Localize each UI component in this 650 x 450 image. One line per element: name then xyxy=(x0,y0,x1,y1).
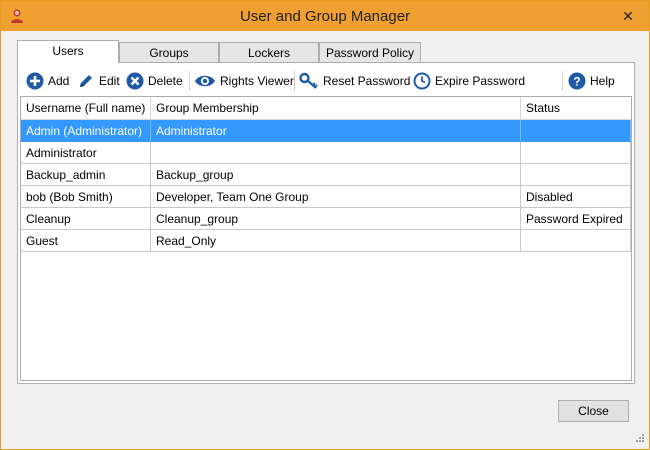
toolbar-separator xyxy=(189,71,190,91)
x-circle-icon xyxy=(126,72,144,90)
column-header-username[interactable]: Username (Full name) xyxy=(21,97,151,119)
delete-label: Delete xyxy=(148,74,183,88)
table-row[interactable]: Admin (Administrator) Administrator xyxy=(21,120,631,142)
delete-button[interactable]: Delete xyxy=(126,71,183,91)
group-cell: Administrator xyxy=(151,120,521,142)
reset-password-label: Reset Password xyxy=(323,74,411,88)
status-cell xyxy=(521,142,631,164)
expire-password-label: Expire Password xyxy=(435,74,526,88)
status-cell xyxy=(521,164,631,186)
column-header-group-membership[interactable]: Group Membership xyxy=(151,97,521,119)
plus-circle-icon xyxy=(26,72,44,90)
group-cell: Read_Only xyxy=(151,230,521,252)
tab-lockers[interactable]: Lockers xyxy=(219,42,319,62)
tab-groups[interactable]: Groups xyxy=(119,42,219,62)
add-label: Add xyxy=(48,74,70,88)
group-cell: Developer, Team One Group xyxy=(151,186,521,208)
table-row[interactable]: Administrator xyxy=(21,142,631,164)
group-cell xyxy=(151,142,521,164)
username-cell: Guest xyxy=(21,230,151,252)
resize-grip-icon[interactable] xyxy=(633,433,645,445)
svg-text:?: ? xyxy=(573,75,580,89)
table-row[interactable]: Guest Read_Only xyxy=(21,230,631,252)
edit-label: Edit xyxy=(99,74,120,88)
window-title: User and Group Manager xyxy=(239,8,411,25)
toolbar-separator xyxy=(294,71,295,91)
eye-icon xyxy=(195,75,215,87)
close-button[interactable]: Close xyxy=(558,400,629,422)
users-table: Username (Full name) Group Membership St… xyxy=(20,96,632,381)
username-cell: Cleanup xyxy=(21,208,151,230)
edit-button[interactable]: Edit xyxy=(77,71,120,91)
status-cell xyxy=(521,230,631,252)
status-cell xyxy=(521,120,631,142)
pencil-icon xyxy=(80,75,92,87)
rights-viewer-label: Rights Viewer xyxy=(220,74,294,88)
app-window: User and Group Manager ✕ Users Groups Lo… xyxy=(0,0,650,450)
table-header: Username (Full name) Group Membership St… xyxy=(21,97,631,120)
tab-password-policy[interactable]: Password Policy xyxy=(319,42,421,62)
toolbar-separator xyxy=(562,71,563,91)
help-button[interactable]: ? Help xyxy=(568,71,615,91)
status-cell: Password Expired xyxy=(521,208,631,230)
username-cell: Administrator xyxy=(21,142,151,164)
group-cell: Cleanup_group xyxy=(151,208,521,230)
reset-password-button[interactable]: Reset Password xyxy=(299,71,410,91)
table-row[interactable]: Cleanup Cleanup_group Password Expired xyxy=(21,208,631,230)
tab-users[interactable]: Users xyxy=(17,40,119,63)
clock-icon xyxy=(413,72,431,90)
username-cell: bob (Bob Smith) xyxy=(21,186,151,208)
expire-password-button[interactable]: Expire Password xyxy=(413,71,525,91)
key-icon xyxy=(299,72,318,89)
table-row[interactable]: Backup_admin Backup_group xyxy=(21,164,631,186)
help-label: Help xyxy=(590,74,615,88)
status-cell: Disabled xyxy=(521,186,631,208)
group-cell: Backup_group xyxy=(151,164,521,186)
add-button[interactable]: Add xyxy=(26,71,69,91)
table-row[interactable]: bob (Bob Smith) Developer, Team One Grou… xyxy=(21,186,631,208)
title-bar[interactable]: User and Group Manager ✕ xyxy=(1,1,649,31)
username-cell: Backup_admin xyxy=(21,164,151,186)
help-icon: ? xyxy=(568,72,586,90)
window-close-button[interactable]: ✕ xyxy=(617,7,639,25)
column-header-status[interactable]: Status xyxy=(521,97,631,119)
rights-viewer-button[interactable]: Rights Viewer xyxy=(194,71,294,91)
username-cell: Admin (Administrator) xyxy=(21,120,151,142)
